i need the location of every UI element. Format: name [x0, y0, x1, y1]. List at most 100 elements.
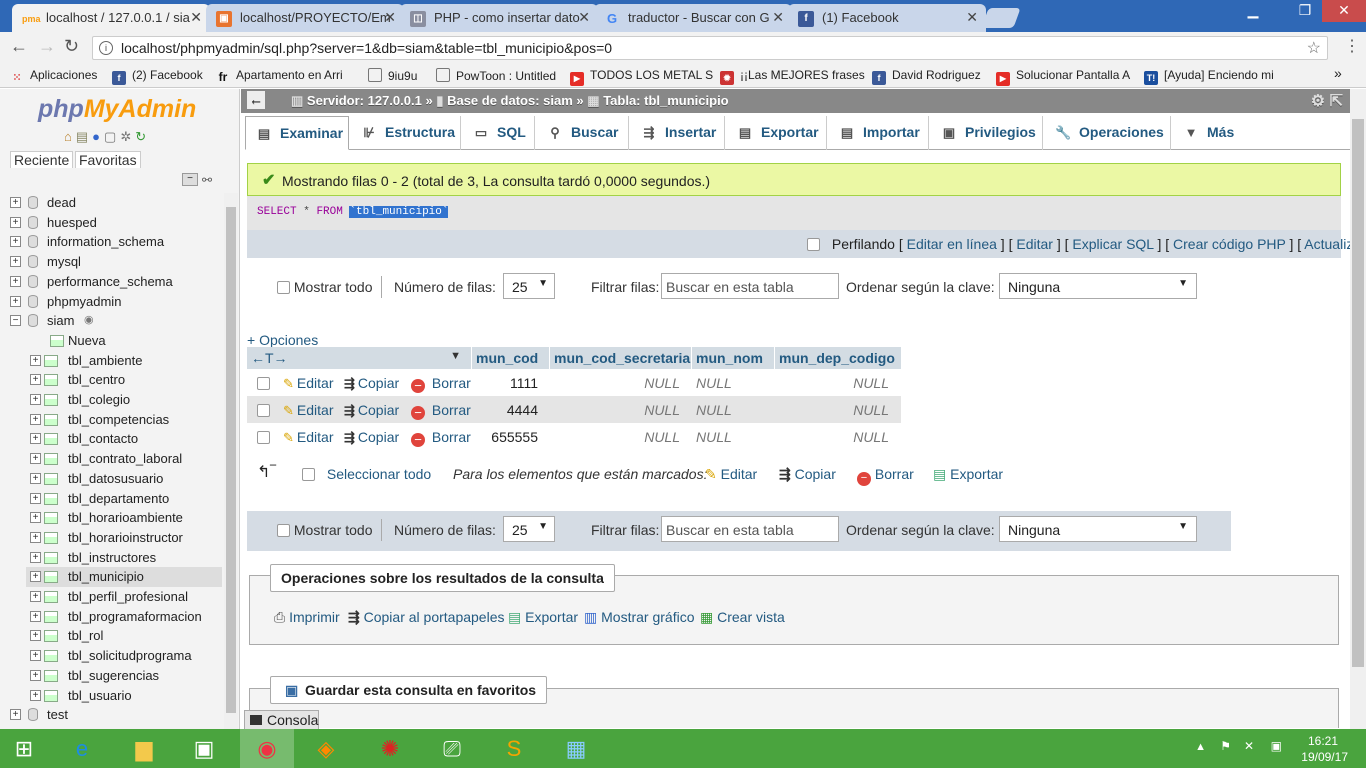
nav-scrollbar[interactable]: [224, 193, 238, 729]
forward-icon[interactable]: →: [38, 36, 56, 57]
main-scrollbar-thumb[interactable]: [1352, 119, 1364, 667]
row-checkbox[interactable]: [257, 402, 270, 418]
network-icon[interactable]: ✕: [1244, 739, 1254, 753]
rows-select[interactable]: 25 ▼: [503, 516, 555, 542]
cell-mun-nom[interactable]: NULL: [696, 402, 732, 418]
show-chart-button[interactable]: ▥ Mostrar gráfico: [584, 609, 694, 626]
expand-icon[interactable]: +: [30, 413, 41, 425]
create-php-code-link[interactable]: Crear código PHP: [1173, 236, 1286, 252]
row-copy-button[interactable]: ⇶ Copiar: [344, 375, 399, 392]
bulk-copy-button[interactable]: ⇶ Copiar: [779, 466, 836, 483]
breadcrumb-server[interactable]: Servidor: 127.0.0.1: [307, 93, 422, 108]
explain-sql-link[interactable]: Explicar SQL: [1072, 236, 1153, 252]
column-header-mun-nom[interactable]: mun_nom: [692, 347, 775, 369]
show-all-checkbox[interactable]: [277, 524, 290, 537]
tab-sql[interactable]: ▭ SQL: [461, 116, 535, 150]
cell-mun-cod-secretaria[interactable]: NULL: [550, 402, 680, 418]
clock-date[interactable]: 19/09/17: [1301, 750, 1348, 764]
star-icon[interactable]: ☆: [1307, 38, 1321, 58]
collapse-all-icon[interactable]: −: [182, 173, 198, 186]
bookmark-item[interactable]: ✹ ¡¡Las MEJORES frases: [720, 68, 865, 85]
column-resize-icon[interactable]: ←T→: [251, 350, 288, 366]
expand-icon[interactable]: +: [30, 610, 41, 622]
edit-inline-link[interactable]: Editar en línea: [907, 236, 997, 252]
row-copy-button[interactable]: ⇶ Copiar: [344, 429, 399, 446]
tab-more[interactable]: ▼ Más: [1171, 116, 1245, 150]
show-all-checkbox[interactable]: [277, 281, 290, 294]
expand-icon[interactable]: +: [30, 492, 41, 504]
expand-icon[interactable]: +: [30, 433, 41, 445]
tab-insert[interactable]: ⇶ Insertar: [629, 116, 725, 150]
row-copy-button[interactable]: ⇶ Copiar: [344, 402, 399, 419]
close-tab-icon[interactable]: ✕: [384, 9, 396, 26]
home-icon[interactable]: ⌂: [64, 129, 76, 144]
tree-table-item[interactable]: + tbl_departamento: [26, 489, 222, 509]
chrome-icon[interactable]: ◉: [240, 729, 294, 768]
flag-icon[interactable]: ⚑: [1220, 739, 1231, 753]
exit-icon[interactable]: ▤: [76, 129, 92, 144]
internet-explorer-icon[interactable]: e: [58, 729, 106, 768]
cell-mun-nom[interactable]: NULL: [696, 375, 732, 391]
maximize-button[interactable]: ❐: [1290, 0, 1320, 22]
tab-browse[interactable]: ▤ Examinar: [245, 116, 349, 150]
bookmark-item[interactable]: ▶ Solucionar Pantalla A: [996, 68, 1130, 86]
expand-icon[interactable]: +: [30, 512, 41, 524]
browser-tab-proyecto[interactable]: ▣ localhost/PROYECTO/Em ✕: [206, 4, 404, 32]
tab-recent[interactable]: Reciente: [10, 151, 74, 168]
expand-icon[interactable]: +: [30, 669, 41, 681]
options-link[interactable]: + Opciones: [247, 332, 318, 348]
expand-icon[interactable]: +: [10, 216, 21, 228]
expand-icon[interactable]: +: [30, 453, 41, 465]
cell-mun-cod[interactable]: 1111: [472, 375, 538, 391]
filter-input[interactable]: Buscar en esta tabla: [661, 273, 839, 299]
expand-icon[interactable]: +: [30, 354, 41, 366]
bookmark-item[interactable]: f (2) Facebook: [112, 68, 203, 85]
tree-table-item[interactable]: + tbl_horarioinstructor: [26, 528, 222, 548]
expand-icon[interactable]: +: [30, 394, 41, 405]
sort-select[interactable]: Ninguna ▼: [999, 516, 1197, 542]
cell-mun-nom[interactable]: NULL: [696, 429, 732, 445]
create-view-button[interactable]: ▦ Crear vista: [700, 609, 785, 626]
column-header-mun-dep-codigo[interactable]: mun_dep_codigo: [775, 347, 901, 369]
clock-time[interactable]: 16:21: [1308, 734, 1338, 748]
cell-mun-dep-codigo[interactable]: NULL: [775, 429, 889, 445]
row-delete-button[interactable]: − Borrar: [411, 429, 471, 447]
tree-database-item[interactable]: + test: [8, 705, 222, 725]
tree-database-item[interactable]: + phpmyadmin: [8, 292, 222, 312]
close-window-button[interactable]: ✕: [1322, 0, 1366, 22]
expand-icon[interactable]: +: [30, 591, 41, 602]
tree-database-item[interactable]: + huesped: [8, 213, 222, 233]
filter-input[interactable]: Buscar en esta tabla: [661, 516, 839, 542]
speaker-icon[interactable]: ▣: [1271, 739, 1282, 753]
tab-favorites[interactable]: Favoritas: [75, 151, 141, 168]
photos-icon[interactable]: ▦: [552, 729, 600, 768]
expand-icon[interactable]: +: [10, 709, 21, 721]
cell-mun-cod[interactable]: 4444: [472, 402, 538, 418]
nav-scrollbar-thumb[interactable]: [226, 207, 236, 713]
tab-structure[interactable]: ⊮ Estructura: [349, 116, 461, 150]
rows-select[interactable]: 25 ▼: [503, 273, 555, 299]
sort-select[interactable]: Ninguna ▼: [999, 273, 1197, 299]
more-bookmarks-icon[interactable]: »: [1334, 65, 1342, 81]
tree-database-item[interactable]: + mysql: [8, 252, 222, 272]
settings-gear-icon[interactable]: ⚙ ⇱: [1311, 91, 1343, 111]
close-tab-icon[interactable]: ✕: [966, 9, 978, 26]
tab-import[interactable]: ▤ Importar: [827, 116, 929, 150]
tree-table-item[interactable]: + tbl_colegio: [26, 390, 222, 410]
minimize-button[interactable]: ▁: [1238, 0, 1268, 22]
tree-table-item[interactable]: + tbl_contrato_laboral: [26, 449, 222, 469]
expand-icon[interactable]: +: [10, 197, 21, 208]
show-all[interactable]: Mostrar todo: [277, 279, 372, 295]
expand-icon[interactable]: +: [30, 531, 41, 543]
row-delete-button[interactable]: − Borrar: [411, 375, 471, 393]
console-toggle[interactable]: Consola: [244, 710, 319, 730]
close-tab-icon[interactable]: ✕: [772, 9, 784, 26]
bluestacks-icon[interactable]: ◈: [302, 729, 350, 768]
expand-icon[interactable]: +: [30, 630, 41, 642]
tree-table-item[interactable]: + tbl_perfil_profesional: [26, 587, 222, 607]
sublime-text-icon[interactable]: S: [490, 729, 538, 768]
bookmark-item[interactable]: T! [Ayuda] Enciendo mi: [1144, 68, 1274, 85]
menu-icon[interactable]: ⋮: [1344, 36, 1360, 56]
expand-icon[interactable]: +: [10, 275, 21, 287]
tree-table-item[interactable]: + tbl_municipio: [26, 567, 222, 588]
